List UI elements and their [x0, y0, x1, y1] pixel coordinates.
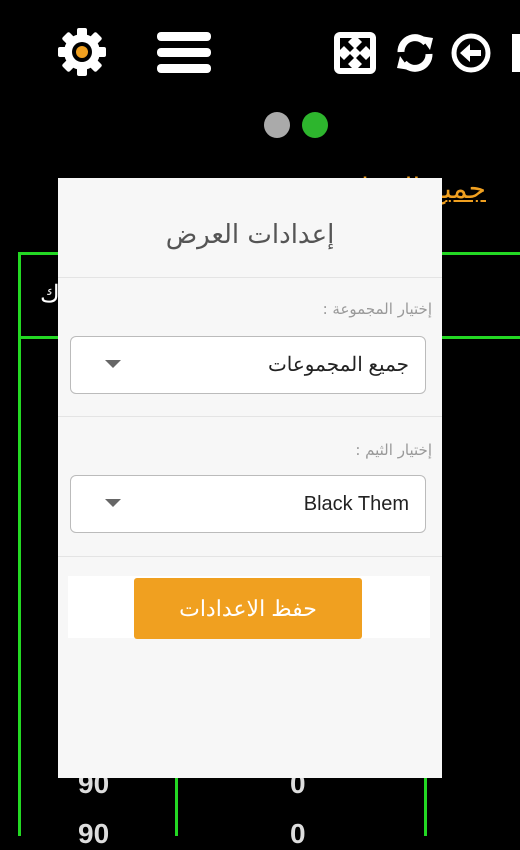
- expand-icon[interactable]: [332, 30, 378, 76]
- theme-select-value: Black Them: [303, 493, 409, 515]
- divider: [58, 277, 442, 278]
- toolbar-edge-icon: [504, 30, 520, 76]
- refresh-icon[interactable]: [392, 30, 438, 76]
- page-indicator: [264, 112, 328, 138]
- grid-line-col1: [175, 775, 178, 836]
- save-settings-button[interactable]: حفظ الاعدادات: [134, 578, 362, 639]
- gear-icon[interactable]: [54, 24, 110, 80]
- theme-select-label: إختيار الثيم :: [355, 441, 432, 459]
- page-dot-inactive[interactable]: [264, 112, 290, 138]
- group-select[interactable]: جميع المجموعات: [70, 336, 426, 394]
- divider: [58, 416, 442, 417]
- theme-select[interactable]: Black Them: [70, 475, 426, 533]
- grid-line-col2: [424, 775, 427, 836]
- table-cell: 0: [290, 818, 306, 849]
- toolbar: [0, 0, 520, 100]
- display-settings-modal: إعدادات العرض إختيار المجموعة : جميع الم…: [58, 178, 442, 778]
- grid-line-left: [18, 252, 21, 836]
- group-select-label: إختيار المجموعة :: [322, 300, 432, 318]
- divider: [58, 556, 442, 557]
- header-cell-partial: ك: [40, 281, 60, 308]
- table-cell: 90: [78, 818, 110, 849]
- modal-title: إعدادات العرض: [165, 220, 335, 250]
- menu-icon[interactable]: [155, 28, 213, 78]
- page-dot-active[interactable]: [302, 112, 328, 138]
- chevron-down-icon: [105, 499, 121, 507]
- group-select-value: جميع المجموعات: [267, 354, 409, 376]
- back-icon[interactable]: [448, 30, 494, 76]
- chevron-down-icon: [105, 360, 121, 368]
